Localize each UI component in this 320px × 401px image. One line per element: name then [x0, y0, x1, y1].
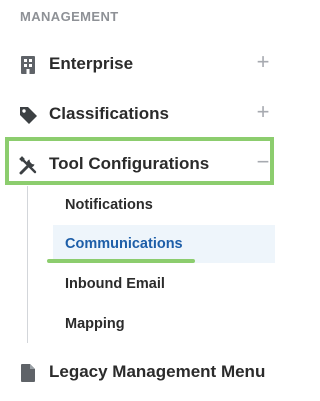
document-icon	[18, 363, 38, 383]
collapse-minus-icon[interactable]: −	[253, 151, 273, 173]
sidebar-item-legacy-management-menu[interactable]: Legacy Management Menu	[0, 352, 290, 392]
sub-item-label: Mapping	[65, 316, 125, 332]
sub-item-label: Notifications	[65, 197, 153, 213]
tools-icon	[18, 155, 38, 175]
sidebar-item-enterprise[interactable]: Enterprise +	[0, 44, 290, 84]
sidebar-item-classifications[interactable]: Classifications +	[0, 94, 290, 134]
section-header-management: MANAGEMENT	[20, 9, 119, 24]
tree-connector-line	[27, 186, 28, 343]
expand-plus-icon[interactable]: +	[253, 51, 273, 73]
sub-item-notifications[interactable]: Notifications	[53, 186, 275, 224]
sidebar-item-label: Enterprise	[49, 54, 134, 73]
sub-item-communications[interactable]: Communications	[53, 225, 275, 263]
sub-item-label: Communications	[65, 236, 183, 252]
sub-item-mapping[interactable]: Mapping	[53, 305, 275, 343]
expand-plus-icon[interactable]: +	[253, 101, 273, 123]
sub-item-inbound-email[interactable]: Inbound Email	[53, 265, 275, 303]
sidebar-item-tool-configurations[interactable]: Tool Configurations −	[0, 144, 290, 184]
sidebar-item-label: Classifications	[49, 104, 169, 123]
sub-item-label: Inbound Email	[65, 276, 165, 292]
sidebar-item-label: Legacy Management Menu	[49, 362, 266, 381]
tag-icon	[18, 105, 38, 125]
sidebar-item-label: Tool Configurations	[49, 154, 210, 173]
building-icon	[18, 55, 38, 75]
